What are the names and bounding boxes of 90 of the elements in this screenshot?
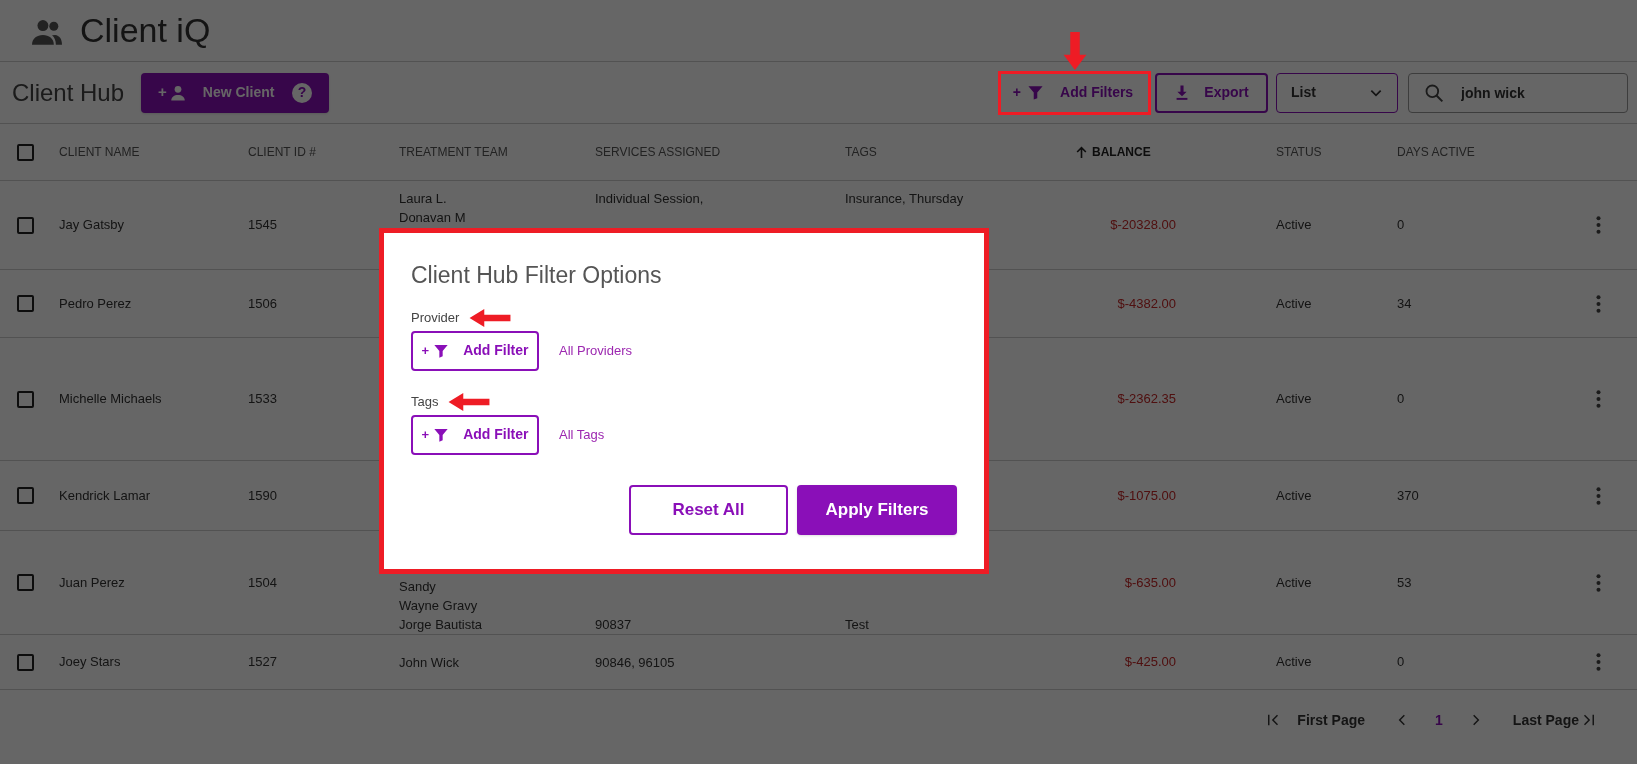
person-icon — [168, 83, 187, 102]
more-icon[interactable] — [1596, 653, 1601, 671]
section-label: Provider — [411, 308, 460, 327]
checkbox[interactable] — [17, 487, 34, 504]
column-header[interactable]: SERVICES ASSIGNED — [595, 143, 721, 161]
balance-amount: $-4382.00 — [1117, 294, 1176, 313]
balance-amount: $-425.00 — [1124, 653, 1176, 672]
filter-link[interactable]: All Tags — [559, 424, 605, 445]
more-icon[interactable] — [1596, 294, 1601, 313]
client-name[interactable]: Juan Perez — [59, 572, 125, 593]
reset-button[interactable]: Reset All — [629, 484, 788, 535]
add-filters-button[interactable]: + Add Filters — [999, 72, 1147, 113]
column-header[interactable]: TREATMENT TEAM — [399, 143, 508, 161]
more-icon[interactable] — [1596, 216, 1601, 234]
days-active: 370 — [1397, 486, 1419, 505]
more-icon[interactable] — [1596, 390, 1601, 408]
days-active: 53 — [1397, 573, 1412, 592]
column-header[interactable]: CLIENT ID # — [248, 143, 316, 161]
export-button[interactable]: Export — [1155, 72, 1268, 113]
checkbox[interactable] — [17, 216, 34, 234]
tag-name: Insurance, Thursday — [845, 190, 965, 208]
service-name: Individual Session, — [595, 190, 705, 208]
service-name: 90846, 96105 — [595, 653, 676, 672]
column-header[interactable]: TAGS — [845, 143, 877, 161]
column-header[interactable]: CLIENT NAME — [59, 143, 140, 161]
client-id: 1527 — [248, 653, 277, 672]
page-title: Client Hub — [12, 77, 125, 108]
new-client-button[interactable]: + New Client ? — [141, 72, 330, 113]
checkbox[interactable] — [17, 390, 34, 408]
balance-amount: $-20328.00 — [1110, 216, 1176, 235]
sort-arrow-icon[interactable] — [1075, 145, 1088, 159]
more-icon[interactable] — [1596, 486, 1601, 505]
client-id: 1545 — [248, 216, 277, 235]
more-icon[interactable] — [1596, 573, 1601, 592]
funnel-icon — [433, 426, 450, 443]
column-header[interactable]: BALANCE — [1092, 143, 1151, 161]
balance-amount: $-635.00 — [1124, 573, 1176, 592]
client-name[interactable]: Pedro Perez — [59, 293, 132, 314]
days-active: 0 — [1397, 653, 1405, 672]
tag-name: Test — [845, 616, 870, 634]
first-page-button[interactable]: First Page — [1267, 709, 1366, 731]
funnel-icon — [433, 342, 450, 359]
team-member: Donavan M — [399, 209, 467, 227]
column-header[interactable]: STATUS — [1276, 143, 1322, 161]
annotation-arrow — [1062, 32, 1088, 70]
service-name: 90837 — [595, 616, 633, 634]
dialog-title: Client Hub Filter Options — [411, 261, 663, 290]
client-id: 1533 — [248, 390, 277, 409]
filter-link[interactable]: All Providers — [559, 340, 632, 361]
add-filter-button[interactable]: + Add Filter — [411, 330, 539, 371]
client-id: 1504 — [248, 573, 277, 592]
team-member: Jorge Bautista — [399, 616, 484, 634]
status-text: Active — [1276, 653, 1312, 672]
client-name[interactable]: Joey Stars — [59, 652, 121, 672]
checkbox[interactable] — [17, 574, 34, 591]
page-number[interactable]: 1 — [1435, 709, 1443, 731]
days-active: 34 — [1397, 294, 1412, 313]
client-name[interactable]: Jay Gatsby — [59, 215, 125, 235]
section-label: Tags — [411, 392, 439, 411]
team-member: John Wick — [399, 653, 460, 672]
days-active: 0 — [1397, 216, 1405, 235]
search-field[interactable]: john wick — [1408, 72, 1628, 113]
status-text: Active — [1276, 216, 1312, 235]
status-text: Active — [1276, 486, 1312, 505]
days-active: 0 — [1397, 390, 1405, 409]
client-id: 1506 — [248, 294, 277, 313]
status-text: Active — [1276, 573, 1312, 592]
column-header[interactable]: DAYS ACTIVE — [1397, 143, 1475, 161]
team-member: Sandy — [399, 578, 437, 596]
status-text: Active — [1276, 390, 1312, 409]
balance-amount: $-1075.00 — [1117, 486, 1176, 505]
app-title: Client iQ — [80, 10, 211, 51]
client-name[interactable]: Michelle Michaels — [59, 389, 162, 409]
checkbox[interactable] — [17, 653, 34, 671]
client-name[interactable]: Kendrick Lamar — [59, 485, 151, 506]
help-icon[interactable]: ? — [292, 82, 313, 103]
view-select[interactable]: List — [1276, 72, 1398, 113]
funnel-icon — [1027, 84, 1045, 101]
checkbox[interactable] — [17, 295, 34, 312]
apply-button[interactable]: Apply Filters — [797, 484, 957, 535]
team-member: Wayne Gravy — [399, 597, 479, 615]
last-page-button[interactable]: Last Page — [1512, 709, 1595, 731]
checkbox[interactable] — [17, 143, 34, 161]
add-filter-button[interactable]: + Add Filter — [411, 414, 539, 455]
team-member: Laura L. — [399, 190, 448, 208]
client-id: 1590 — [248, 486, 277, 505]
search-icon — [1424, 82, 1444, 103]
last-page-icon — [1581, 713, 1595, 727]
status-text: Active — [1276, 294, 1312, 313]
balance-amount: $-2362.35 — [1117, 390, 1176, 409]
